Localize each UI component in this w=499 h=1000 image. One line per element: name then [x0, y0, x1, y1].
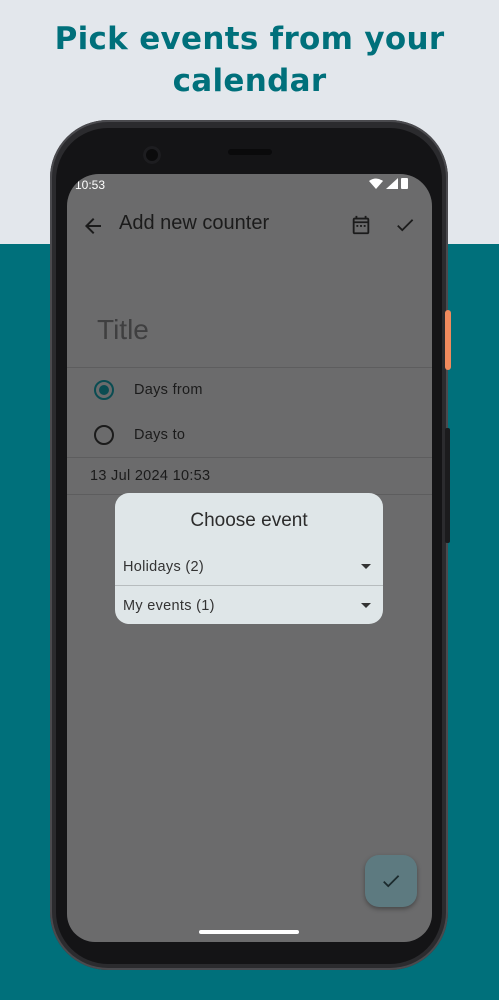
title-placeholder: Title [97, 314, 149, 345]
app-bar: Add new counter [67, 196, 432, 256]
headline-line-2: calendar [172, 63, 327, 99]
arrow-left-icon[interactable] [81, 214, 105, 238]
date-field[interactable]: 13 Jul 2024 10:53 [90, 468, 210, 484]
radio-days-from[interactable]: Days from [67, 368, 432, 412]
radio-label: Days from [134, 382, 203, 398]
gesture-nav-handle[interactable] [199, 930, 299, 934]
phone-screen: 10:53 Add new counter Title Days from Da… [67, 174, 432, 942]
radio-days-to[interactable]: Days to [67, 413, 432, 457]
radio-button[interactable] [94, 425, 114, 445]
dropdown-label: My events (1) [123, 598, 215, 614]
check-icon [383, 875, 400, 888]
check-icon[interactable] [394, 214, 416, 236]
status-time: 10:53 [75, 178, 106, 192]
power-button [445, 310, 451, 370]
status-bar: 10:53 [67, 174, 432, 196]
signal-icon [386, 178, 398, 189]
divider [67, 457, 432, 458]
volume-button [445, 428, 450, 543]
dialog-title: Choose event [190, 510, 308, 531]
status-icons [369, 178, 408, 189]
promo-headline: Pick events from your calendar [0, 18, 499, 102]
radio-label: Days to [134, 427, 186, 443]
earpiece-speaker [228, 149, 272, 155]
dropdown-label: Holidays (2) [123, 559, 204, 575]
headline-line-1: Pick events from your [54, 21, 445, 57]
wifi-icon [369, 178, 383, 189]
caret-down-icon [361, 603, 371, 608]
dropdown-my-events[interactable]: My events (1) [115, 587, 383, 624]
caret-down-icon [361, 564, 371, 569]
calendar-icon[interactable] [350, 214, 372, 236]
page-title: Add new counter [119, 212, 270, 234]
choose-event-dialog: Choose event Holidays (2) My events (1) [115, 493, 383, 624]
save-fab[interactable] [365, 855, 417, 907]
title-input[interactable]: Title [67, 284, 432, 368]
battery-icon [401, 178, 408, 189]
front-camera [143, 146, 161, 164]
radio-button-checked[interactable] [94, 380, 114, 400]
dropdown-holidays[interactable]: Holidays (2) [115, 548, 383, 586]
